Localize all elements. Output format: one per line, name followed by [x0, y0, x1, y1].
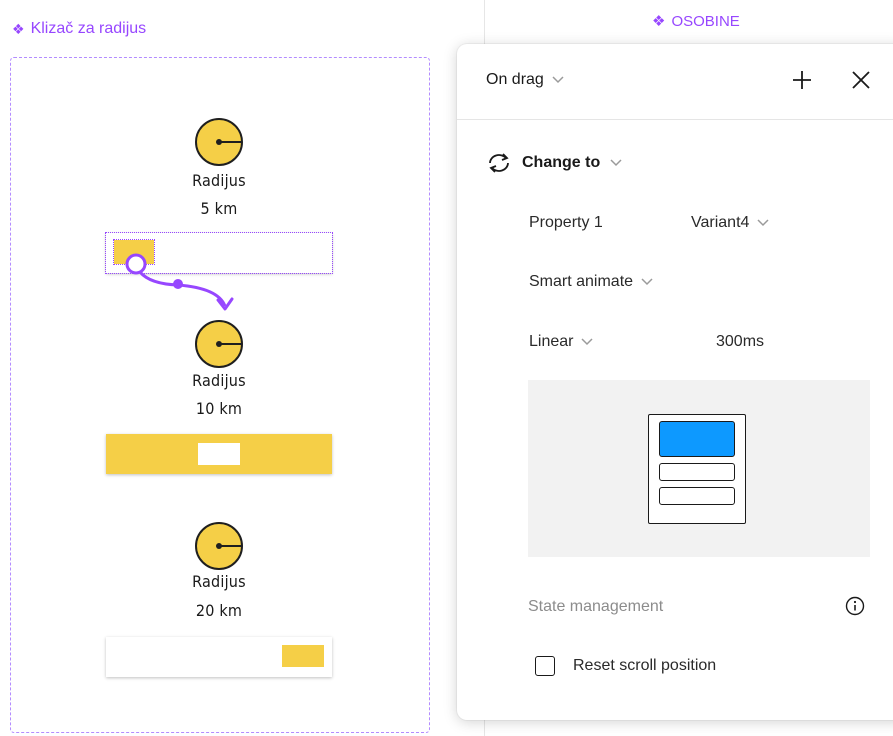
- animation-label: Smart animate: [529, 273, 634, 290]
- close-button[interactable]: [847, 66, 875, 94]
- slider-thumb[interactable]: [198, 443, 240, 465]
- action-dropdown[interactable]: Change to: [486, 152, 622, 174]
- animation-preview: [528, 380, 870, 557]
- slider-thumb[interactable]: [282, 645, 324, 667]
- duration-input[interactable]: 300ms: [716, 333, 764, 351]
- properties-label-text: OSOBINE: [671, 12, 740, 30]
- state-management-label: State management: [528, 598, 664, 615]
- divider: [484, 718, 485, 736]
- easing-label: Linear: [529, 333, 574, 350]
- chevron-down-icon: [641, 273, 653, 291]
- easing-dropdown[interactable]: Linear: [529, 333, 594, 351]
- component-label[interactable]: ❖ Klizač za radijus: [12, 20, 146, 38]
- radius-icon: [195, 320, 243, 368]
- property-value: Variant4: [691, 214, 750, 231]
- slider-track[interactable]: [106, 434, 332, 474]
- variant-title: Radijus: [192, 171, 246, 190]
- slider-track[interactable]: [106, 637, 332, 677]
- chevron-down-icon: [610, 154, 622, 172]
- trigger-label: On drag: [486, 71, 544, 88]
- divider: [484, 0, 485, 45]
- preview-block: [659, 487, 735, 505]
- swap-icon: [489, 153, 509, 173]
- panel-header: On drag: [457, 44, 893, 120]
- close-icon: [852, 71, 870, 89]
- interaction-panel: On drag Change to Property 1 Variant4 Sm…: [457, 44, 893, 720]
- component-icon: ❖: [12, 20, 25, 37]
- variant-value: 20 km: [195, 601, 243, 620]
- add-action-button[interactable]: [788, 66, 816, 94]
- component-name: Klizač za radijus: [30, 20, 147, 37]
- property-value-dropdown[interactable]: Variant4: [691, 214, 769, 232]
- chevron-down-icon: [757, 214, 769, 232]
- reset-scroll-label: Reset scroll position: [573, 657, 717, 674]
- variant-value: 10 km: [195, 399, 243, 418]
- plus-icon: [793, 71, 811, 89]
- action-label: Change to: [522, 154, 601, 171]
- radius-icon: [195, 118, 243, 166]
- reset-scroll-checkbox[interactable]: [535, 656, 555, 676]
- trigger-dropdown[interactable]: On drag: [486, 71, 564, 89]
- variant-title: Radijus: [192, 572, 246, 591]
- preview-device: [648, 414, 746, 524]
- slider-thumb[interactable]: [113, 239, 155, 265]
- preview-block: [659, 463, 735, 481]
- chevron-down-icon: [581, 333, 594, 351]
- property-name: Property 1: [529, 214, 603, 231]
- animation-dropdown[interactable]: Smart animate: [529, 273, 653, 291]
- variant-value: 5 km: [200, 199, 238, 218]
- slider-track[interactable]: [105, 232, 333, 274]
- chevron-down-icon: [552, 73, 564, 87]
- properties-label[interactable]: ❖ OSOBINE: [652, 12, 740, 31]
- variant-title: Radijus: [192, 371, 246, 390]
- preview-block-active: [659, 421, 735, 457]
- component-icon: ❖: [652, 13, 666, 30]
- radius-icon: [195, 522, 243, 570]
- info-icon[interactable]: [845, 596, 865, 616]
